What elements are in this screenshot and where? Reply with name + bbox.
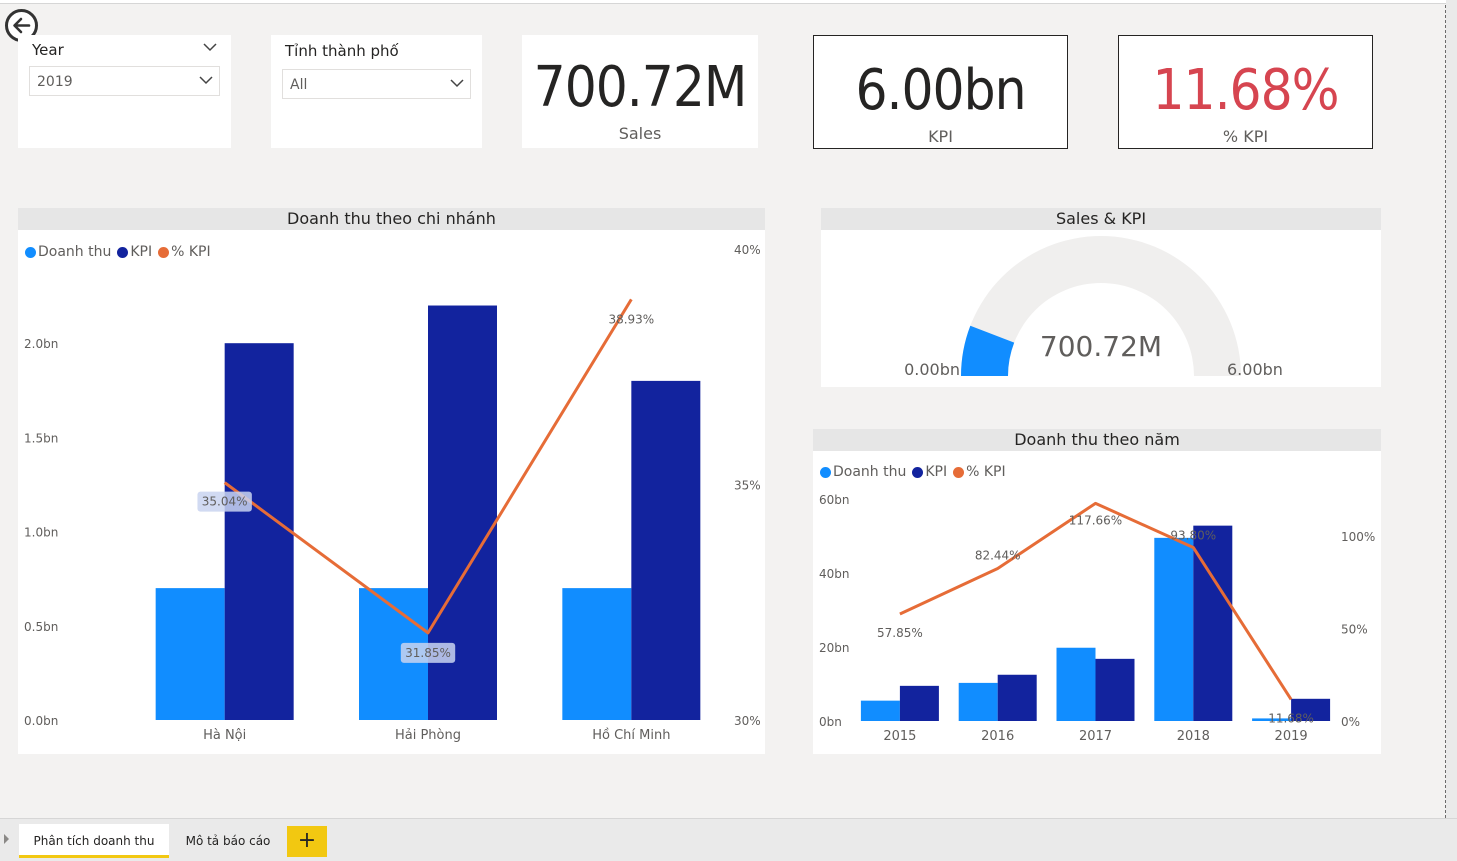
x-axis-category-label: 2015 <box>883 729 916 744</box>
y-axis-tick-label: 20bn <box>819 641 850 655</box>
pct-kpi-data-label: 38.93% <box>608 312 654 326</box>
pct-kpi-label: % KPI <box>1222 127 1269 146</box>
revenue-bar <box>958 682 998 721</box>
tab-report-description[interactable]: Mô tả báo cáo <box>170 824 286 858</box>
gauge-min-label: 0.00bn <box>904 360 960 379</box>
yearly-revenue-chart[interactable]: Doanh thu theo năm Doanh thu KPI % KPI 0… <box>813 429 1381 754</box>
branch-chart-plot: 0.0bn 0.5bn 1.0bn 1.5bn 2.0bn 30% 35% 40% Hà Nội… <box>24 243 761 743</box>
province-dropdown[interactable]: All <box>282 69 471 99</box>
sales-value: 700.72M <box>533 55 748 120</box>
x-axis-category-label: Hồ Chí Minh <box>592 728 670 743</box>
sales-label: Sales <box>618 124 662 143</box>
y-axis-tick-label: 0.0bn <box>24 714 58 728</box>
chevron-down-icon <box>199 76 213 85</box>
y-axis-tick-label: 1.5bn <box>24 431 58 445</box>
province-slicer: Tỉnh thành phố All <box>271 35 482 148</box>
top-ribbon-edge <box>0 0 1446 4</box>
tab-revenue-analysis[interactable]: Phân tích doanh thu <box>19 824 169 858</box>
kpi-bar <box>1095 658 1135 721</box>
y2-axis-tick-label: 50% <box>1341 623 1368 637</box>
add-page-button[interactable]: + <box>287 826 327 857</box>
revenue-bar <box>1056 647 1096 721</box>
kpi-bar <box>899 685 939 721</box>
revenue-bar <box>1154 537 1194 721</box>
revenue-bar <box>155 588 225 720</box>
pct-kpi-data-label: 31.85% <box>405 646 451 660</box>
page-tab-bar: Phân tích doanh thu Mô tả báo cáo + <box>0 818 1457 861</box>
y2-axis-tick-label: 0% <box>1341 715 1360 729</box>
back-arrow-icon <box>13 17 31 34</box>
x-axis-category-label: 2016 <box>981 729 1014 744</box>
tab-scroll-left-icon[interactable] <box>4 834 9 844</box>
chevron-down-icon <box>450 79 464 88</box>
year-dropdown[interactable]: 2019 <box>29 66 220 96</box>
revenue-bar <box>860 700 900 721</box>
pct-kpi-data-label: 57.85% <box>877 626 923 640</box>
revenue-bar <box>562 588 632 720</box>
report-canvas: Year 2019 Tỉnh thành phố All 700.72M Sal… <box>0 0 1446 818</box>
y-axis-tick-label: 0bn <box>819 715 842 729</box>
kpi-label: KPI <box>928 127 953 146</box>
year-slicer-title: Year <box>32 41 64 59</box>
branch-revenue-chart[interactable]: Doanh thu theo chi nhánh Doanh thu KPI %… <box>18 208 765 754</box>
pct-kpi-card: 11.68% % KPI <box>1118 35 1373 149</box>
yearly-chart-plot: 0bn 20bn 40bn 60bn 0% 50% 100% 2015 2016 2017 2018… <box>819 493 1375 744</box>
y-axis-tick-label: 0.5bn <box>24 620 58 634</box>
x-axis-category-label: Hà Nội <box>203 728 246 743</box>
x-axis-category-label: 2018 <box>1177 729 1210 744</box>
kpi-bar <box>224 343 294 720</box>
year-dropdown-value: 2019 <box>37 74 73 90</box>
x-axis-category-label: Hải Phòng <box>395 728 461 743</box>
y2-axis-tick-label: 30% <box>734 714 761 728</box>
sales-card: 700.72M Sales <box>522 35 758 148</box>
year-slicer: Year 2019 <box>18 35 231 148</box>
x-axis-category-label: 2019 <box>1275 729 1308 744</box>
x-axis-category-label: 2017 <box>1079 729 1112 744</box>
gauge-max-label: 6.00bn <box>1227 360 1283 379</box>
pct-kpi-data-label: 117.66% <box>1069 513 1122 527</box>
pct-kpi-data-label: 82.44% <box>975 548 1021 562</box>
y-axis-tick-label: 1.0bn <box>24 526 58 540</box>
pct-kpi-data-label: 93.80% <box>1170 528 1216 542</box>
y2-axis-tick-label: 100% <box>1341 530 1375 544</box>
kpi-bar <box>997 674 1037 721</box>
province-slicer-title: Tỉnh thành phố <box>285 42 399 60</box>
kpi-bar <box>631 380 701 720</box>
y2-axis-tick-label: 35% <box>734 479 761 493</box>
chevron-down-icon[interactable] <box>203 43 217 52</box>
kpi-value: 6.00bn <box>855 58 1026 123</box>
pct-kpi-data-label: 35.04% <box>202 495 248 509</box>
y-axis-tick-label: 40bn <box>819 567 850 581</box>
pct-kpi-data-label: 11.68% <box>1268 711 1314 725</box>
y2-axis-tick-label: 40% <box>734 243 761 257</box>
gauge-value-label: 700.72M <box>1040 330 1162 363</box>
y-axis-tick-label: 2.0bn <box>24 337 58 351</box>
province-dropdown-value: All <box>290 77 308 93</box>
pct-kpi-value: 11.68% <box>1152 58 1339 123</box>
y-axis-tick-label: 60bn <box>819 493 850 507</box>
gauge-plot: 700.72M 0.00bn 6.00bn <box>904 236 1283 379</box>
sales-kpi-gauge[interactable]: Sales & KPI 700.72M 0.00bn 6.00bn <box>821 208 1381 387</box>
kpi-card: 6.00bn KPI <box>813 35 1068 149</box>
